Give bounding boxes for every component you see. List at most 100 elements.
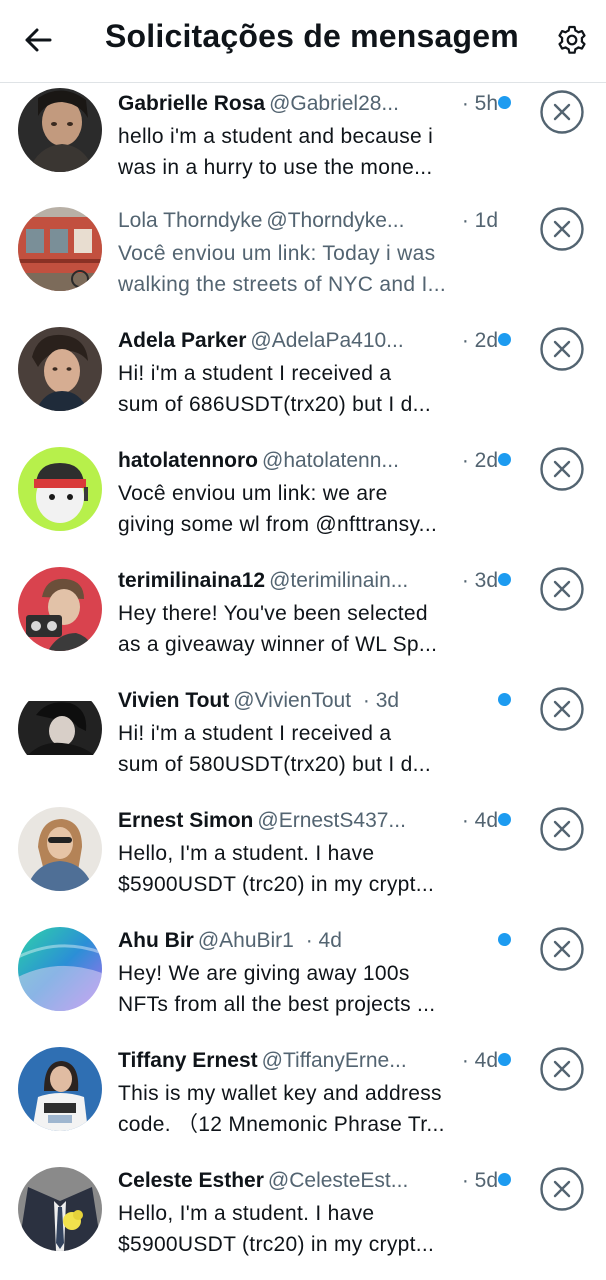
request-content: hatolatennoro @hatolatenn... · 2d Você en… [118,444,498,540]
request-header: Ahu Bir @AhuBir1 · 4d [118,924,498,958]
message-preview-line: giving some wl from @nfttransy... [118,513,438,536]
request-header: hatolatennoro @hatolatenn... · 2d [118,444,498,478]
unread-indicator [498,96,511,109]
message-preview-line: hello i'm a student and because i [118,125,434,148]
request-header: terimilinaina12 @terimilinain... · 3d [118,564,498,598]
message-request-row[interactable]: Lola Thorndyke @Thorndyke... · 1d Você en… [0,200,606,320]
message-preview-line: Hi! i'm a student I received a [118,722,392,745]
request-header: Celeste Esther @CelesteEst... · 5d [118,1164,498,1198]
message-preview-line: as a giveaway winner of WL Sp... [118,633,438,656]
message-request-row[interactable]: Tiffany Ernest @TiffanyErne... · 4d This … [0,1040,606,1160]
request-content: Ernest Simon @ErnestS437... · 4d Hello, I… [118,804,498,900]
request-content: Tiffany Ernest @TiffanyErne... · 4d This … [118,1044,498,1140]
request-content: Lola Thorndyke @Thorndyke... · 1d Você en… [118,204,498,300]
avatar [18,207,102,291]
timestamp: · 4d [461,809,498,832]
close-circle-icon [540,327,584,371]
avatar [18,1167,102,1251]
sender-handle: @ErnestS437... [257,809,406,832]
timestamp: · 3d [362,689,400,712]
sender-handle: @terimilinain... [269,569,409,592]
avatar [18,687,102,771]
sender-name: Vivien Tout [118,689,230,712]
message-preview-line: Hello, I'm a student. I have [118,842,375,865]
message-request-row[interactable]: Vivien Tout @VivienTout · 3d Hi! i'm a st… [0,680,606,800]
message-request-row[interactable]: Ahu Bir @AhuBir1 · 4d Hey! We are giving … [0,920,606,1040]
settings-button[interactable] [550,20,594,60]
dismiss-request-button[interactable] [539,206,585,252]
request-content: Adela Parker @AdelaPa410... · 2d Hi! i'm … [118,324,498,420]
unread-indicator [498,1173,511,1186]
unread-indicator [498,693,511,706]
request-header: Ernest Simon @ErnestS437... · 4d [118,804,498,838]
dismiss-request-button[interactable] [539,89,585,135]
message-preview-line: sum of 580USDT(trx20) but I d... [118,753,432,776]
dismiss-request-button[interactable] [539,686,585,732]
dismiss-request-button[interactable] [539,326,585,372]
timestamp: · 5d [461,1169,498,1192]
avatar [18,88,102,172]
timestamp: · 5h [461,92,498,115]
message-request-row[interactable]: Celeste Esther @CelesteEst... · 5d Hello,… [0,1160,606,1280]
avatar [18,1047,102,1131]
message-preview-line: walking the streets of NYC and I... [118,273,446,296]
timestamp: · 1d [461,209,498,232]
close-circle-icon [540,807,584,851]
dismiss-request-button[interactable] [539,1046,585,1092]
avatar [18,807,102,891]
message-preview-line: Você enviou um link: we are [118,482,388,505]
back-button[interactable] [18,20,58,60]
sender-handle: @CelesteEst... [267,1169,409,1192]
request-content: terimilinaina12 @terimilinain... · 3d Hey… [118,564,498,660]
avatar [18,327,102,411]
close-circle-icon [540,567,584,611]
message-preview-line: was in a hurry to use the mone... [118,156,433,179]
sender-name: Ernest Simon [118,809,254,832]
message-request-row[interactable]: Ernest Simon @ErnestS437... · 4d Hello, I… [0,800,606,920]
close-circle-icon [540,927,584,971]
message-request-row[interactable]: Adela Parker @AdelaPa410... · 2d Hi! i'm … [0,320,606,440]
unread-indicator [498,453,511,466]
sender-handle: @Thorndyke... [266,209,405,232]
timestamp: · 4d [305,929,342,952]
message-request-list: Gabrielle Rosa @Gabriel28... · 5h hello i… [0,83,606,1280]
close-circle-icon [540,1167,584,1211]
request-header: Tiffany Ernest @TiffanyErne... · 4d [118,1044,498,1078]
dismiss-request-button[interactable] [539,1166,585,1212]
message-request-row[interactable]: Gabrielle Rosa @Gabriel28... · 5h hello i… [0,83,606,200]
sender-name: Lola Thorndyke [118,209,263,232]
dismiss-request-button[interactable] [539,446,585,492]
dismiss-request-button[interactable] [539,566,585,612]
message-request-row[interactable]: hatolatennoro @hatolatenn... · 2d Você en… [0,440,606,560]
top-bar: Solicitações de mensagem [0,0,606,83]
unread-indicator [498,333,511,346]
timestamp: · 2d [461,329,498,352]
sender-name: terimilinaina12 [118,569,266,592]
message-preview-line: NFTs from all the best projects ... [118,993,436,1016]
arrow-left-icon [25,28,52,52]
close-circle-icon [540,90,584,134]
sender-name: Adela Parker [118,329,247,352]
message-request-row[interactable]: terimilinaina12 @terimilinain... · 3d Hey… [0,560,606,680]
sender-name: Gabrielle Rosa [118,92,266,115]
dismiss-request-button[interactable] [539,806,585,852]
sender-handle: @AhuBir1 [197,929,294,952]
unread-indicator [498,1053,511,1066]
timestamp: · 2d [461,449,498,472]
request-content: Vivien Tout @VivienTout · 3d Hi! i'm a st… [118,684,498,780]
message-preview-line: Hey! We are giving away 100s [118,962,410,985]
request-content: Gabrielle Rosa @Gabriel28... · 5h hello i… [118,87,498,183]
sender-name: Ahu Bir [118,929,194,952]
timestamp: · 3d [461,569,498,592]
sender-name: Celeste Esther [118,1169,264,1192]
request-header: Vivien Tout @VivienTout · 3d [118,684,498,718]
gear-icon [558,25,586,54]
message-preview-line: sum of 686USDT(trx20) but I d... [118,393,432,416]
unread-indicator [498,813,511,826]
sender-handle: @AdelaPa410... [250,329,404,352]
dismiss-request-button[interactable] [539,926,585,972]
sender-handle: @VivienTout [233,689,352,712]
avatar [18,567,102,651]
message-preview-line: $5900USDT (trc20) in my crypt... [118,1233,435,1256]
unread-indicator [498,933,511,946]
